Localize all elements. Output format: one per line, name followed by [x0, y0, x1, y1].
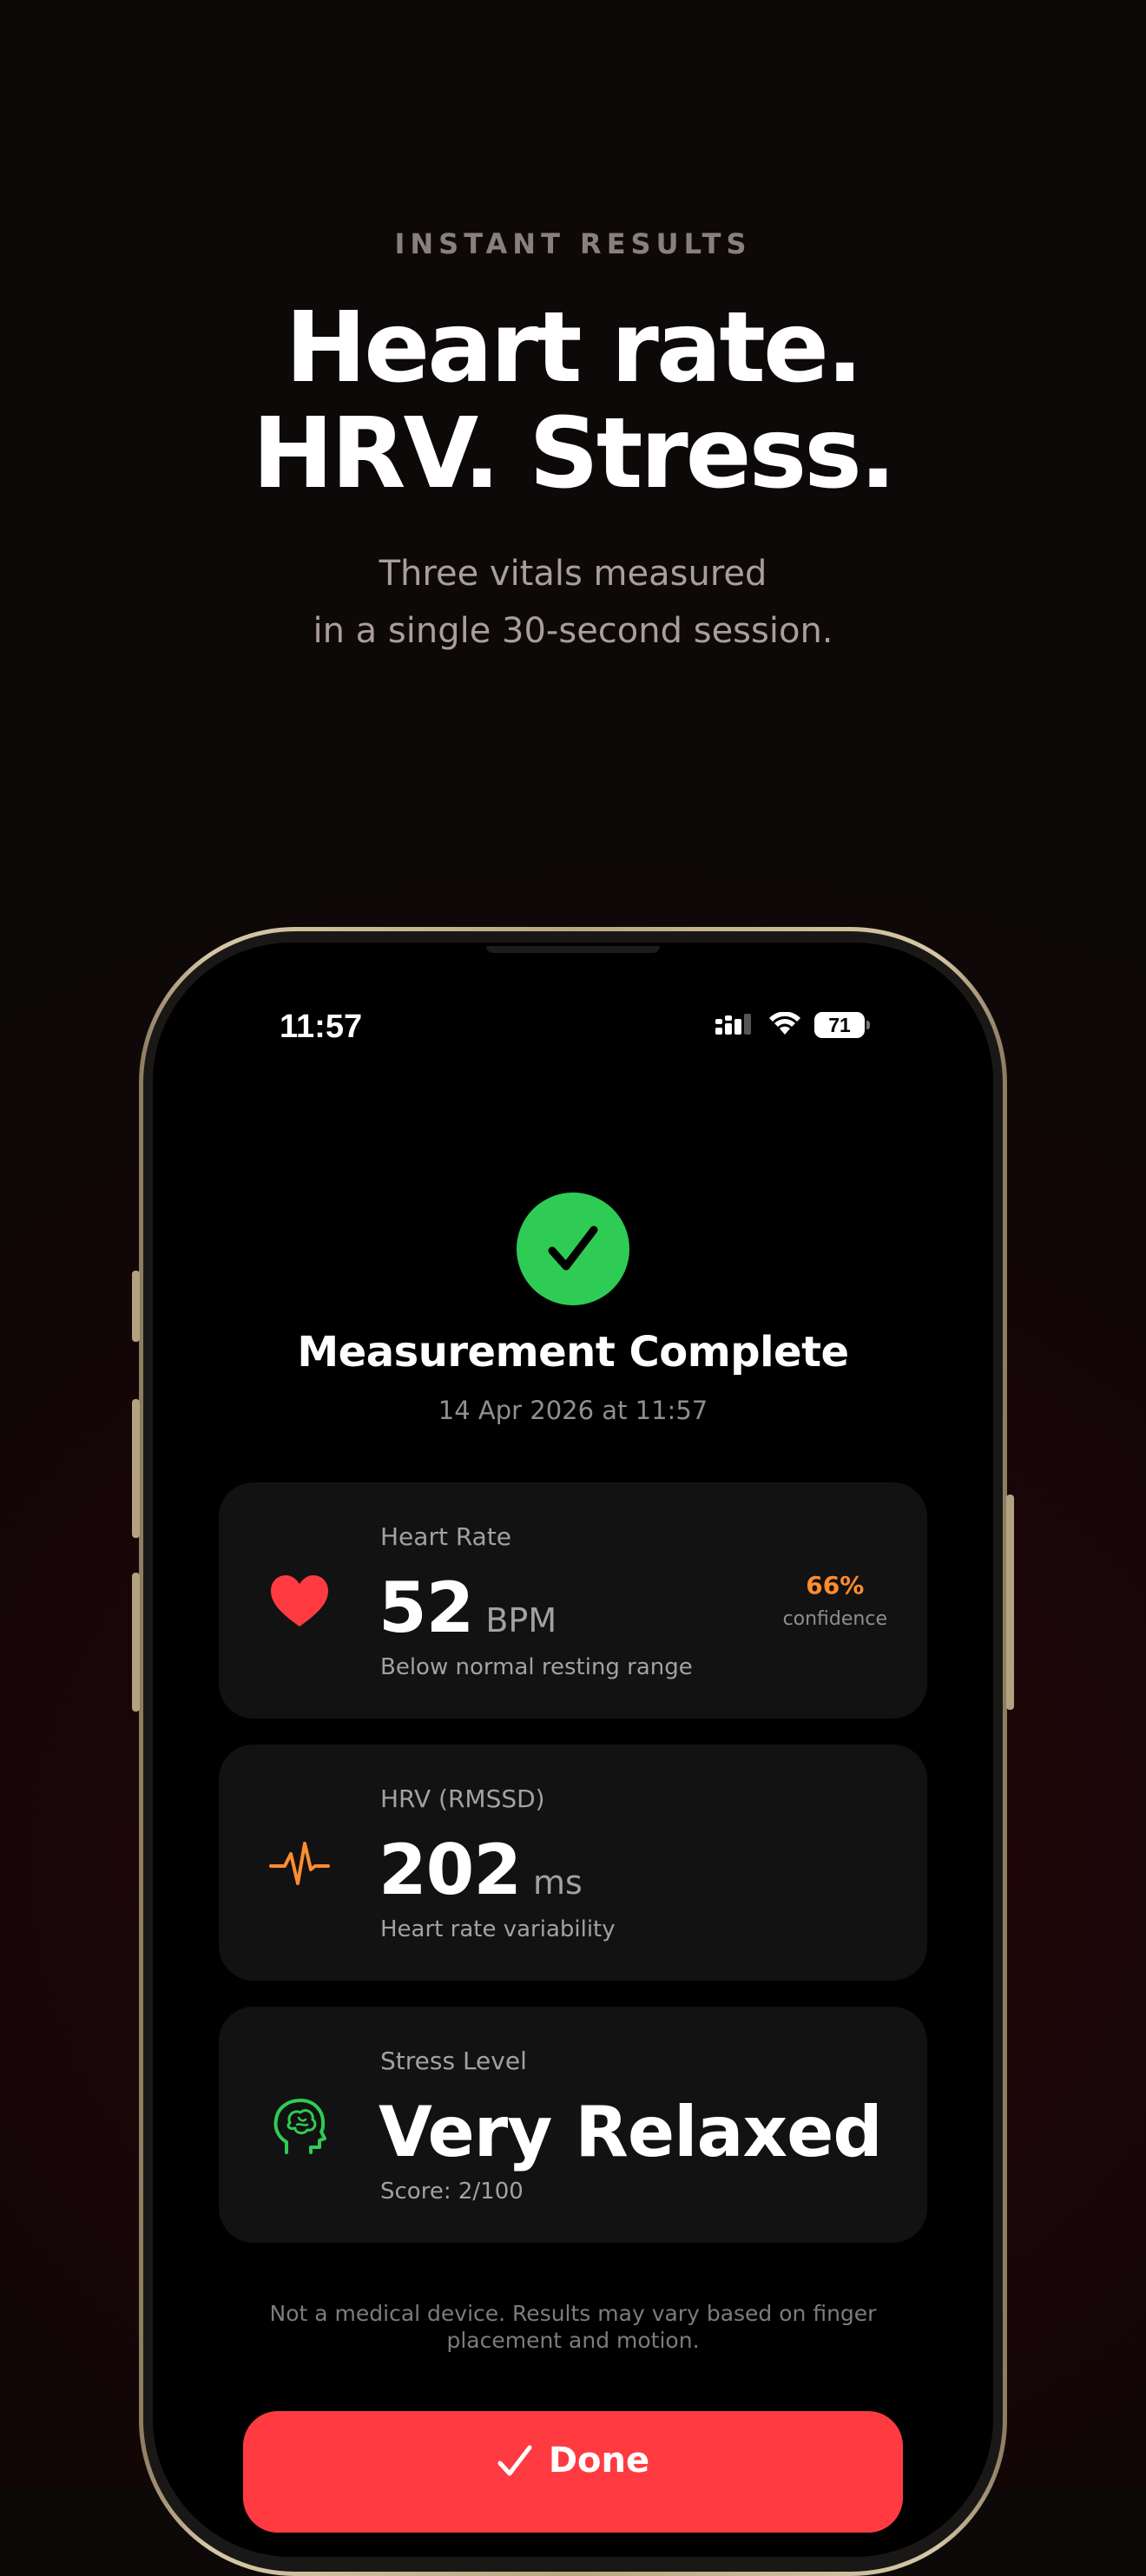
result-date: 14 Apr 2026 at 11:57	[438, 1396, 708, 1425]
status-icons: 71	[715, 1012, 870, 1038]
subheadline-line-2: in a single 30-second session.	[313, 611, 833, 651]
heart-rate-card[interactable]: Heart Rate 52 BPM Below normal resting r…	[219, 1482, 927, 1718]
status-time: 11:57	[280, 1009, 363, 1045]
power-button	[1006, 1495, 1014, 1710]
heart-rate-note: Below normal resting range	[380, 1654, 693, 1680]
checkmark-icon	[497, 2445, 532, 2476]
headline-line-1: Heart rate.	[285, 292, 864, 404]
hrv-card[interactable]: HRV (RMSSD) 202 ms Heart rate variabilit…	[219, 1745, 927, 1981]
heart-icon	[271, 1575, 328, 1626]
volume-up-button	[132, 1399, 140, 1538]
medical-disclaimer: Not a medical device. Results may vary b…	[269, 2301, 877, 2353]
headline-line-2: HRV. Stress.	[252, 398, 896, 510]
action-button	[132, 1271, 140, 1342]
dynamic-island	[486, 946, 660, 953]
heart-rate-value-row: 52 BPM	[379, 1567, 557, 1648]
hrv-value-row: 202 ms	[379, 1830, 583, 1910]
hrv-unit: ms	[533, 1863, 583, 1902]
success-check-badge	[517, 1193, 629, 1305]
hrv-value: 202	[379, 1830, 522, 1910]
stress-score: Score: 2/100	[380, 2178, 524, 2205]
stress-value-row: Very Relaxed	[379, 2092, 883, 2172]
subheadline: Three vitals measured in a single 30-sec…	[0, 545, 1146, 660]
pulse-wave-icon	[269, 1842, 330, 1885]
heart-rate-value: 52	[379, 1567, 474, 1648]
confidence-label: confidence	[782, 1608, 887, 1630]
eyebrow-label: INSTANT RESULTS	[394, 227, 752, 260]
volume-down-button	[132, 1573, 140, 1712]
wifi-icon	[769, 1012, 800, 1035]
confidence-indicator: 66% confidence	[783, 1571, 887, 1630]
hrv-label: HRV (RMSSD)	[380, 1784, 545, 1813]
checkmark-icon	[548, 1226, 598, 1271]
cellular-signal-icon	[715, 1014, 751, 1035]
stress-label: Stress Level	[380, 2047, 527, 2075]
battery-icon: 71	[814, 1012, 870, 1038]
stress-card[interactable]: Stress Level Very Relaxed Score: 2/100	[219, 2007, 927, 2243]
heart-rate-label: Heart Rate	[380, 1522, 512, 1551]
phone-screen: 11:57 71 Measurement Complete 14 Apr 202…	[153, 943, 993, 2557]
subheadline-line-1: Three vitals measured	[379, 554, 767, 594]
confidence-value: 66%	[806, 1571, 865, 1600]
stress-value: Very Relaxed	[379, 2092, 883, 2172]
headline: Heart rate. HRV. Stress.	[0, 295, 1146, 507]
heart-rate-unit: BPM	[485, 1601, 557, 1640]
brain-head-icon	[273, 2099, 326, 2154]
done-button[interactable]: Done	[243, 2411, 903, 2533]
result-title: Measurement Complete	[297, 1328, 849, 1377]
done-button-label: Done	[548, 2441, 650, 2481]
hrv-note: Heart rate variability	[380, 1916, 616, 1942]
